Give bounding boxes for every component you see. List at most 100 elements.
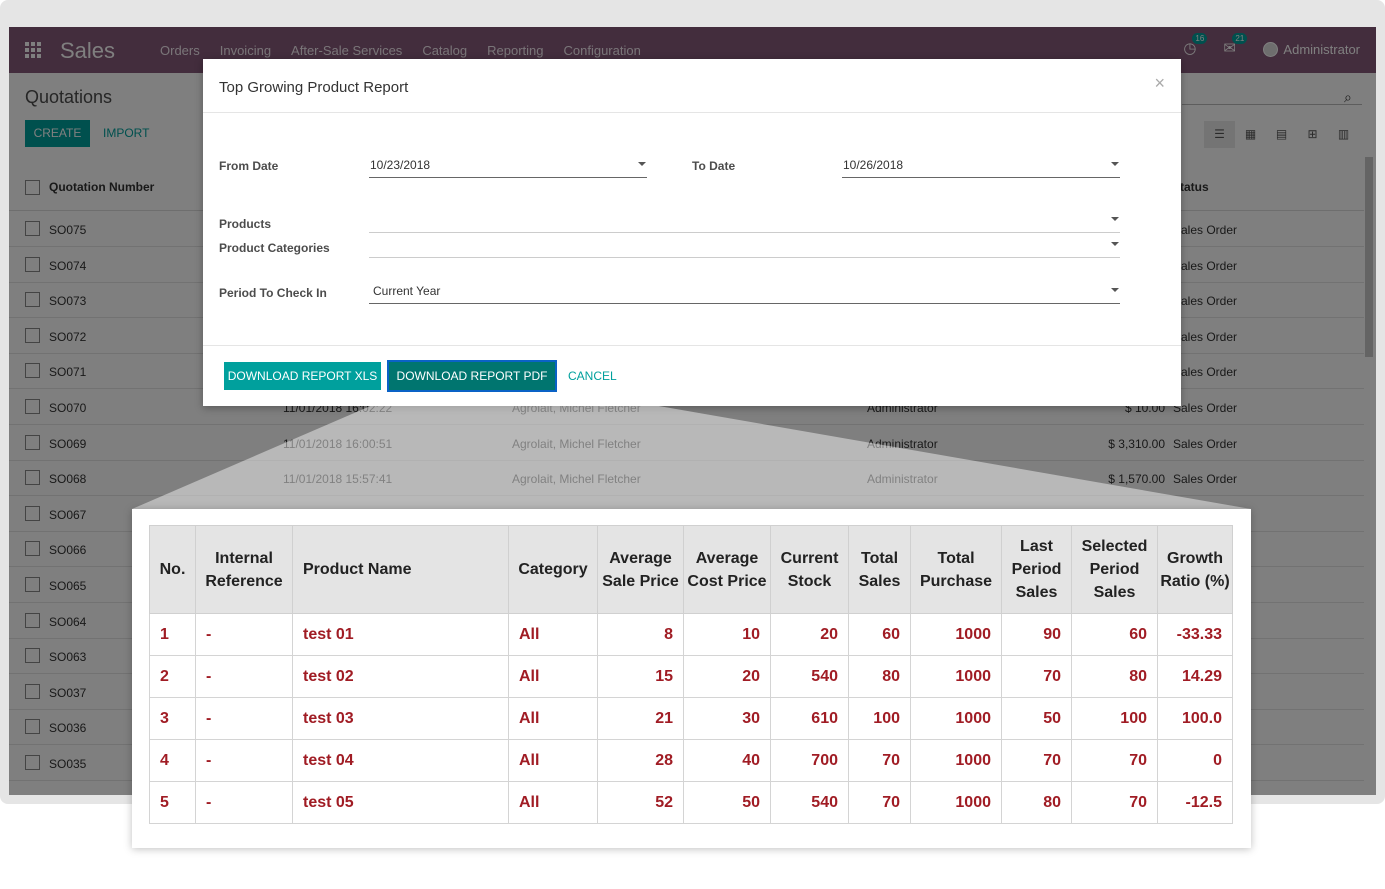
cell-growth-ratio: -33.33 bbox=[1157, 613, 1233, 656]
cell-current-stock: 540 bbox=[770, 655, 849, 698]
cell-last-period-sales: 90 bbox=[1001, 613, 1072, 656]
chevron-down-icon bbox=[1111, 242, 1119, 246]
cell-total-purchase: 1000 bbox=[910, 613, 1002, 656]
chevron-down-icon bbox=[1111, 217, 1119, 221]
cell-current-stock: 700 bbox=[770, 739, 849, 782]
cell-growth-ratio: 100.0 bbox=[1157, 697, 1233, 740]
cell-product-name: test 05 bbox=[292, 781, 509, 824]
from-date-value: 10/23/2018 bbox=[370, 158, 431, 172]
header-average-cost-price: Average Cost Price bbox=[683, 525, 771, 614]
to-date-field[interactable]: 10/26/2018 bbox=[842, 156, 1120, 178]
cell-total-purchase: 1000 bbox=[910, 781, 1002, 824]
cell-current-stock: 610 bbox=[770, 697, 849, 740]
cell-selected-period-sales: 60 bbox=[1071, 613, 1158, 656]
cell-total-purchase: 1000 bbox=[910, 655, 1002, 698]
report-row: 4- test 04 All 28 40 700 70 1000 70 70 0 bbox=[149, 739, 1233, 782]
cell-average-sale-price: 52 bbox=[597, 781, 684, 824]
report-header-row: No. Internal Reference Product Name Cate… bbox=[149, 525, 1233, 614]
cell-total-sales: 60 bbox=[848, 613, 911, 656]
report-row: 1- test 01 All 8 10 20 60 1000 90 60 -33.33 bbox=[149, 613, 1233, 656]
report-dialog: Top Growing Product Report × From Date 1… bbox=[203, 59, 1181, 406]
chevron-down-icon bbox=[1111, 288, 1119, 292]
header-growth-ratio: Growth Ratio (%) bbox=[1157, 525, 1233, 614]
report-row: 5- test 05 All 52 50 540 70 1000 80 70 -12.5 bbox=[149, 781, 1233, 824]
period-select[interactable]: Current Year bbox=[369, 282, 1120, 304]
cell-average-sale-price: 15 bbox=[597, 655, 684, 698]
cell-no: 2 bbox=[149, 655, 196, 698]
to-date-label: To Date bbox=[692, 159, 736, 173]
cell-no: 5 bbox=[149, 781, 196, 824]
cell-total-sales: 70 bbox=[848, 739, 911, 782]
header-average-sale-price: Average Sale Price bbox=[597, 525, 684, 614]
cell-total-purchase: 1000 bbox=[910, 697, 1002, 740]
from-date-field[interactable]: 10/23/2018 bbox=[369, 156, 647, 178]
report-body: 1- test 01 All 8 10 20 60 1000 90 60 -33.33 2- test … bbox=[149, 613, 1233, 824]
period-label: Period To Check In bbox=[219, 286, 327, 300]
chevron-down-icon bbox=[638, 162, 646, 166]
cell-average-sale-price: 21 bbox=[597, 697, 684, 740]
cell-average-sale-price: 28 bbox=[597, 739, 684, 782]
cell-category: All bbox=[508, 613, 598, 656]
cell-product-name: test 01 bbox=[292, 613, 509, 656]
cell-total-sales: 100 bbox=[848, 697, 911, 740]
cell-average-sale-price: 8 bbox=[597, 613, 684, 656]
header-total-purchase: Total Purchase bbox=[910, 525, 1002, 614]
cell-growth-ratio: 0 bbox=[1157, 739, 1233, 782]
cell-last-period-sales: 80 bbox=[1001, 781, 1072, 824]
cell-no: 3 bbox=[149, 697, 196, 740]
header-category: Category bbox=[508, 525, 598, 614]
cell-total-purchase: 1000 bbox=[910, 739, 1002, 782]
header-last-period-sales: Last Period Sales bbox=[1001, 525, 1072, 614]
header-selected-period-sales: Selected Period Sales bbox=[1071, 525, 1158, 614]
report-preview: No. Internal Reference Product Name Cate… bbox=[132, 509, 1251, 848]
cell-total-sales: 70 bbox=[848, 781, 911, 824]
cell-selected-period-sales: 80 bbox=[1071, 655, 1158, 698]
report-row: 3- test 03 All 21 30 610 100 1000 50 100 100.0 bbox=[149, 697, 1233, 740]
cell-last-period-sales: 70 bbox=[1001, 739, 1072, 782]
cell-average-cost-price: 50 bbox=[683, 781, 771, 824]
cell-category: All bbox=[508, 697, 598, 740]
report-table: No. Internal Reference Product Name Cate… bbox=[149, 525, 1233, 824]
cell-current-stock: 20 bbox=[770, 613, 849, 656]
report-row: 2- test 02 All 15 20 540 80 1000 70 80 14.29 bbox=[149, 655, 1233, 698]
to-date-value: 10/26/2018 bbox=[843, 158, 904, 172]
header-total-sales: Total Sales bbox=[848, 525, 911, 614]
cell-category: All bbox=[508, 781, 598, 824]
cell-average-cost-price: 40 bbox=[683, 739, 771, 782]
download-xls-button[interactable]: DOWNLOAD REPORT XLS bbox=[224, 362, 381, 390]
cell-average-cost-price: 10 bbox=[683, 613, 771, 656]
cell-internal-reference: - bbox=[195, 781, 293, 824]
cell-product-name: test 02 bbox=[292, 655, 509, 698]
product-categories-field[interactable] bbox=[369, 236, 1120, 258]
cell-internal-reference: - bbox=[195, 739, 293, 782]
products-field[interactable] bbox=[369, 211, 1120, 233]
cell-growth-ratio: -12.5 bbox=[1157, 781, 1233, 824]
cell-selected-period-sales: 100 bbox=[1071, 697, 1158, 740]
cell-internal-reference: - bbox=[195, 697, 293, 740]
cell-category: All bbox=[508, 739, 598, 782]
dialog-title: Top Growing Product Report bbox=[219, 79, 409, 96]
products-label: Products bbox=[219, 217, 272, 231]
cell-growth-ratio: 14.29 bbox=[1157, 655, 1233, 698]
cell-selected-period-sales: 70 bbox=[1071, 781, 1158, 824]
cell-category: All bbox=[508, 655, 598, 698]
divider bbox=[203, 345, 1181, 346]
header-product-name: Product Name bbox=[292, 525, 509, 614]
product-categories-label: Product Categories bbox=[219, 241, 330, 255]
cancel-button[interactable]: CANCEL bbox=[568, 362, 617, 390]
cell-average-cost-price: 20 bbox=[683, 655, 771, 698]
cell-internal-reference: - bbox=[195, 613, 293, 656]
cell-last-period-sales: 50 bbox=[1001, 697, 1072, 740]
cell-no: 4 bbox=[149, 739, 196, 782]
cell-current-stock: 540 bbox=[770, 781, 849, 824]
cell-average-cost-price: 30 bbox=[683, 697, 771, 740]
header-no: No. bbox=[149, 525, 196, 614]
from-date-label: From Date bbox=[219, 159, 279, 173]
period-value: Current Year bbox=[373, 284, 441, 298]
header-internal-reference: Internal Reference bbox=[195, 525, 293, 614]
download-pdf-button[interactable]: DOWNLOAD REPORT PDF bbox=[387, 360, 557, 392]
chevron-down-icon bbox=[1111, 162, 1119, 166]
cell-internal-reference: - bbox=[195, 655, 293, 698]
cell-total-sales: 80 bbox=[848, 655, 911, 698]
close-icon[interactable]: × bbox=[1154, 73, 1165, 94]
